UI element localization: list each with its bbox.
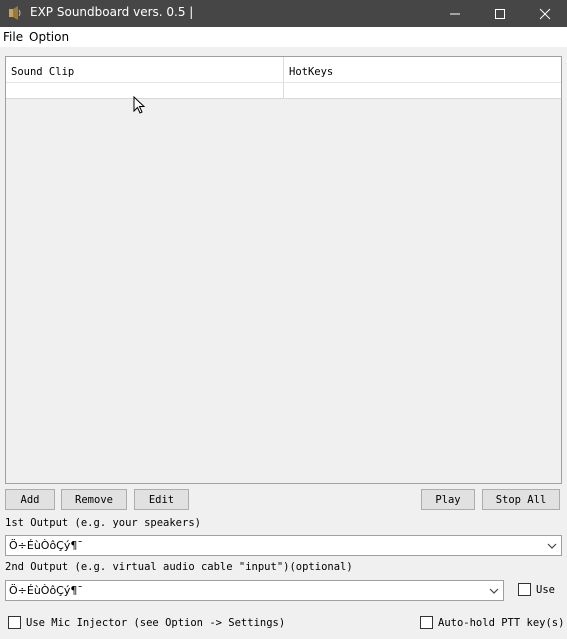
column-separator[interactable] bbox=[283, 57, 284, 99]
add-button[interactable]: Add bbox=[5, 489, 55, 510]
output2-select[interactable]: Ö÷ÉùÒôÇý¶¯ bbox=[5, 580, 504, 601]
auto-hold-ptt-checkbox[interactable]: Auto-hold PTT key(s) bbox=[420, 616, 564, 629]
chevron-down-icon bbox=[489, 588, 499, 594]
menu-file[interactable]: File bbox=[3, 30, 23, 44]
mouse-cursor-icon bbox=[133, 95, 146, 115]
minimize-icon bbox=[449, 13, 460, 14]
close-button[interactable] bbox=[522, 0, 567, 27]
window-title: EXP Soundboard vers. 0.5 | bbox=[30, 5, 194, 19]
list-header: Sound Clip HotKeys bbox=[6, 57, 561, 99]
maximize-button[interactable] bbox=[477, 0, 522, 27]
chevron-down-icon bbox=[547, 543, 557, 549]
output2-label: 2nd Output (e.g. virtual audio cable "in… bbox=[5, 561, 353, 573]
use-output2-label: Use bbox=[536, 583, 555, 596]
column-hotkeys-label: HotKeys bbox=[289, 66, 334, 78]
mic-injector-label: Use Mic Injector (see Option -> Settings… bbox=[26, 616, 286, 629]
mic-injector-checkbox-box[interactable] bbox=[8, 616, 21, 629]
speaker-app-icon bbox=[6, 5, 22, 21]
stop-all-button[interactable]: Stop All bbox=[482, 489, 560, 510]
output1-select[interactable]: Ö÷ÉùÒôÇý¶¯ bbox=[5, 535, 562, 556]
column-header-hotkeys[interactable]: HotKeys bbox=[284, 57, 561, 99]
output1-value: Ö÷ÉùÒôÇý¶¯ bbox=[9, 539, 83, 552]
column-header-sound-clip[interactable]: Sound Clip bbox=[6, 57, 283, 99]
output1-label: 1st Output (e.g. your speakers) bbox=[5, 517, 201, 529]
title-bar: EXP Soundboard vers. 0.5 | bbox=[0, 0, 567, 27]
sound-clip-list[interactable]: Sound Clip HotKeys bbox=[5, 56, 562, 484]
maximize-icon bbox=[494, 8, 505, 19]
minimize-button[interactable] bbox=[432, 0, 477, 27]
close-icon bbox=[539, 8, 550, 19]
play-button[interactable]: Play bbox=[421, 489, 475, 510]
remove-button[interactable]: Remove bbox=[61, 489, 127, 510]
edit-button[interactable]: Edit bbox=[134, 489, 189, 510]
column-sound-clip-label: Sound Clip bbox=[11, 66, 75, 78]
use-output2-checkbox-box[interactable] bbox=[518, 583, 531, 596]
auto-hold-ptt-label: Auto-hold PTT key(s) bbox=[438, 616, 565, 629]
output2-value: Ö÷ÉùÒôÇý¶¯ bbox=[9, 584, 83, 597]
auto-hold-ptt-checkbox-box[interactable] bbox=[420, 616, 433, 629]
menu-bar: File Option bbox=[0, 27, 567, 47]
menu-option[interactable]: Option bbox=[29, 30, 69, 44]
use-output2-checkbox[interactable]: Use bbox=[518, 583, 555, 596]
mic-injector-checkbox[interactable]: Use Mic Injector (see Option -> Settings… bbox=[8, 616, 285, 629]
